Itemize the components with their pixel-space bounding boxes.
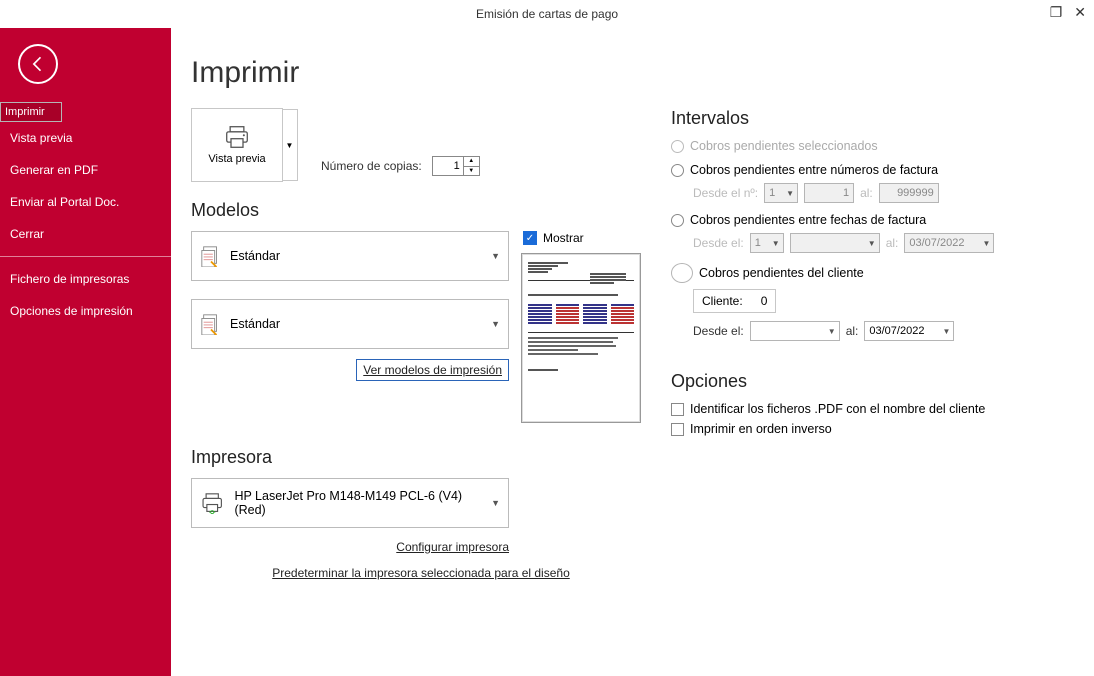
document-icon <box>200 245 222 267</box>
radio-numeros-factura-label: Cobros pendientes entre números de factu… <box>690 163 938 177</box>
cliente-value: 0 <box>761 294 768 308</box>
al-fecha-label: al: <box>886 236 899 250</box>
printer-icon <box>223 125 251 149</box>
desde-num-label: Desde el nº: <box>693 186 758 200</box>
radio-seleccionados[interactable] <box>671 140 684 153</box>
serie-fecha-select[interactable]: 1▼ <box>750 233 784 253</box>
opt-orden-inverso-checkbox[interactable] <box>671 423 684 436</box>
content: Imprimir Vista previa <box>171 28 1094 676</box>
radio-fechas-factura-label: Cobros pendientes entre fechas de factur… <box>690 213 926 227</box>
chevron-down-icon: ▼ <box>786 189 794 198</box>
desde-fecha-label: Desde el: <box>693 236 744 250</box>
cliente-desde-label: Desde el: <box>693 324 744 338</box>
printer-name: HP LaserJet Pro M148-M149 PCL-6 (V4) (Re… <box>234 489 481 517</box>
sidebar-item-fichero-impresoras[interactable]: Fichero de impresoras <box>0 263 171 295</box>
intervalos-heading: Intervalos <box>671 108 1074 129</box>
opciones-heading: Opciones <box>671 371 1074 392</box>
cliente-label: Cliente: <box>702 294 743 308</box>
sidebar: Imprimir Vista previa Generar en PDF Env… <box>0 28 171 676</box>
desde-num-input[interactable] <box>804 183 854 203</box>
ver-modelos-link[interactable]: Ver modelos de impresión <box>356 359 509 381</box>
close-icon[interactable]: ✕ <box>1074 4 1086 21</box>
cliente-box[interactable]: Cliente: 0 <box>693 289 776 313</box>
chevron-down-icon: ▼ <box>491 319 500 329</box>
model1-select[interactable]: Estándar ▼ <box>191 231 509 281</box>
window-title: Emisión de cartas de pago <box>476 7 618 21</box>
chevron-down-icon: ▼ <box>982 239 990 248</box>
sidebar-item-vista-previa[interactable]: Vista previa <box>0 122 171 154</box>
opt-orden-inverso-label: Imprimir en orden inverso <box>690 422 832 436</box>
cliente-al-label: al: <box>846 324 859 338</box>
chevron-down-icon: ▼ <box>491 498 500 508</box>
document-icon <box>200 313 222 335</box>
radio-cliente-label: Cobros pendientes del cliente <box>699 266 864 280</box>
vista-previa-label: Vista previa <box>208 153 265 165</box>
desde-fecha-input[interactable]: ▼ <box>790 233 880 253</box>
radio-fechas-factura[interactable] <box>671 214 684 227</box>
vista-previa-dropdown[interactable]: ▼ <box>282 109 298 181</box>
chevron-down-icon: ▼ <box>828 327 836 336</box>
copies-input[interactable] <box>433 157 463 175</box>
serie-num-select[interactable]: 1▼ <box>764 183 798 203</box>
hasta-fecha-input[interactable]: 03/07/2022▼ <box>904 233 994 253</box>
chevron-down-icon: ▼ <box>868 239 876 248</box>
preview-thumbnail[interactable] <box>521 253 641 423</box>
radio-cliente[interactable] <box>671 263 693 283</box>
impresora-heading: Impresora <box>191 447 657 468</box>
chevron-down-icon: ▼ <box>491 251 500 261</box>
sidebar-divider <box>0 256 171 257</box>
radio-seleccionados-label: Cobros pendientes seleccionados <box>690 139 878 153</box>
sidebar-item-opciones-impresion[interactable]: Opciones de impresión <box>0 295 171 327</box>
sidebar-item-imprimir[interactable]: Imprimir <box>0 102 62 122</box>
back-button[interactable] <box>18 44 58 84</box>
copies-up[interactable]: ▲ <box>464 157 479 167</box>
radio-numeros-factura[interactable] <box>671 164 684 177</box>
configurar-impresora-link[interactable]: Configurar impresora <box>396 540 509 554</box>
model2-select[interactable]: Estándar ▼ <box>191 299 509 349</box>
model2-label: Estándar <box>230 317 280 331</box>
titlebar: Emisión de cartas de pago ❐ ✕ <box>0 0 1094 28</box>
page-title: Imprimir <box>191 56 1094 90</box>
sidebar-item-cerrar[interactable]: Cerrar <box>0 218 171 250</box>
al-num-label: al: <box>860 186 873 200</box>
sidebar-item-generar-pdf[interactable]: Generar en PDF <box>0 154 171 186</box>
chevron-down-icon: ▼ <box>772 239 780 248</box>
opt-pdf-nombre-checkbox[interactable] <box>671 403 684 416</box>
copies-spinner[interactable]: ▲ ▼ <box>432 156 480 176</box>
mostrar-label: Mostrar <box>543 231 584 245</box>
predeterminar-impresora-link[interactable]: Predeterminar la impresora seleccionada … <box>272 566 570 580</box>
copies-label: Número de copias: <box>321 159 422 173</box>
opt-pdf-nombre-label: Identificar los ficheros .PDF con el nom… <box>690 402 985 416</box>
mostrar-checkbox[interactable]: ✓ <box>523 231 537 245</box>
model1-label: Estándar <box>230 249 280 263</box>
modelos-heading: Modelos <box>191 200 657 221</box>
chevron-down-icon: ▼ <box>942 327 950 336</box>
maximize-icon[interactable]: ❐ <box>1050 4 1063 21</box>
hasta-num-input[interactable] <box>879 183 939 203</box>
sidebar-item-enviar-portal[interactable]: Enviar al Portal Doc. <box>0 186 171 218</box>
printer-select[interactable]: HP LaserJet Pro M148-M149 PCL-6 (V4) (Re… <box>191 478 509 528</box>
cliente-desde-input[interactable]: ▼ <box>750 321 840 341</box>
copies-down[interactable]: ▼ <box>464 167 479 176</box>
cliente-hasta-input[interactable]: 03/07/2022▼ <box>864 321 954 341</box>
chevron-down-icon: ▼ <box>286 141 294 150</box>
printer-icon <box>200 492 224 514</box>
vista-previa-button[interactable]: Vista previa ▼ <box>191 108 283 182</box>
